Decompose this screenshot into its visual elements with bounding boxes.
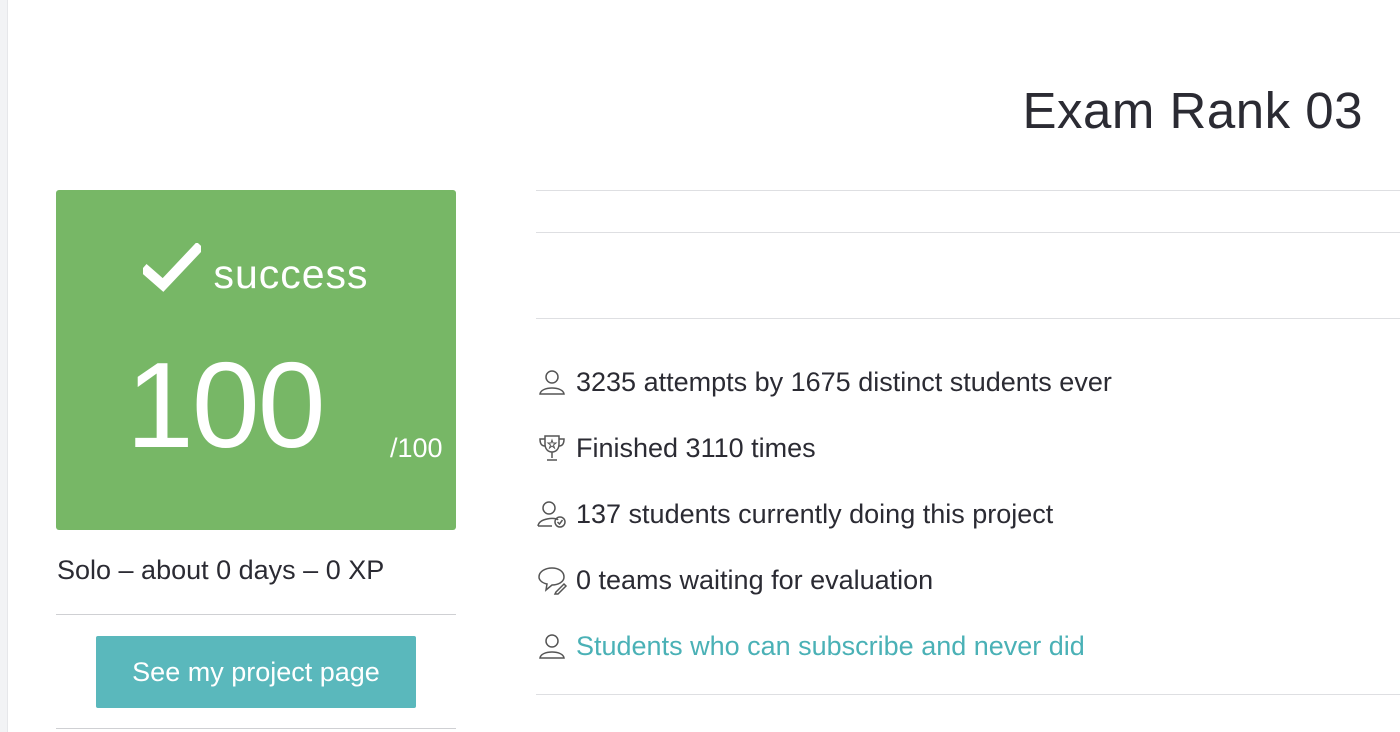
divider: [536, 694, 1400, 695]
page-title: Exam Rank 03: [1022, 82, 1363, 139]
divider: [56, 728, 456, 729]
user-icon: [536, 630, 568, 662]
status-label: success: [213, 251, 369, 297]
trophy-icon: [536, 432, 568, 464]
stat-in-progress: 137 students currently doing this projec…: [536, 498, 1053, 530]
stat-never-subscribed[interactable]: Students who can subscribe and never did: [536, 630, 1085, 662]
user-check-icon: [536, 498, 568, 530]
final-mark: 100: [126, 337, 326, 473]
stat-attempts: 3235 attempts by 1675 distinct students …: [536, 366, 1112, 398]
divider: [536, 232, 1400, 233]
grade-status: success: [56, 241, 456, 298]
stat-text: 137 students currently doing this projec…: [576, 498, 1054, 529]
divider: [536, 190, 1400, 191]
stat-finished: Finished 3110 times: [536, 432, 816, 464]
divider: [536, 318, 1400, 319]
stat-waiting-evaluation: 0 teams waiting for evaluation: [536, 564, 933, 596]
grade-box: success 100 /100: [56, 190, 456, 530]
divider: [56, 614, 456, 615]
stat-text: 3235 attempts by 1675 distinct students …: [576, 366, 1112, 397]
stat-text: Finished 3110 times: [576, 432, 816, 463]
chat-bubbles-icon: [536, 564, 568, 596]
never-subscribed-link[interactable]: Students who can subscribe and never did: [576, 631, 1085, 662]
stat-text: 0 teams waiting for evaluation: [576, 564, 934, 595]
user-icon: [536, 366, 568, 398]
max-mark: /100: [390, 433, 443, 463]
checkmark-icon: [140, 241, 205, 293]
project-meta: Solo – about 0 days – 0 XP: [57, 555, 385, 585]
see-project-page-button[interactable]: See my project page: [96, 636, 416, 708]
sidebar-edge: [0, 0, 8, 732]
